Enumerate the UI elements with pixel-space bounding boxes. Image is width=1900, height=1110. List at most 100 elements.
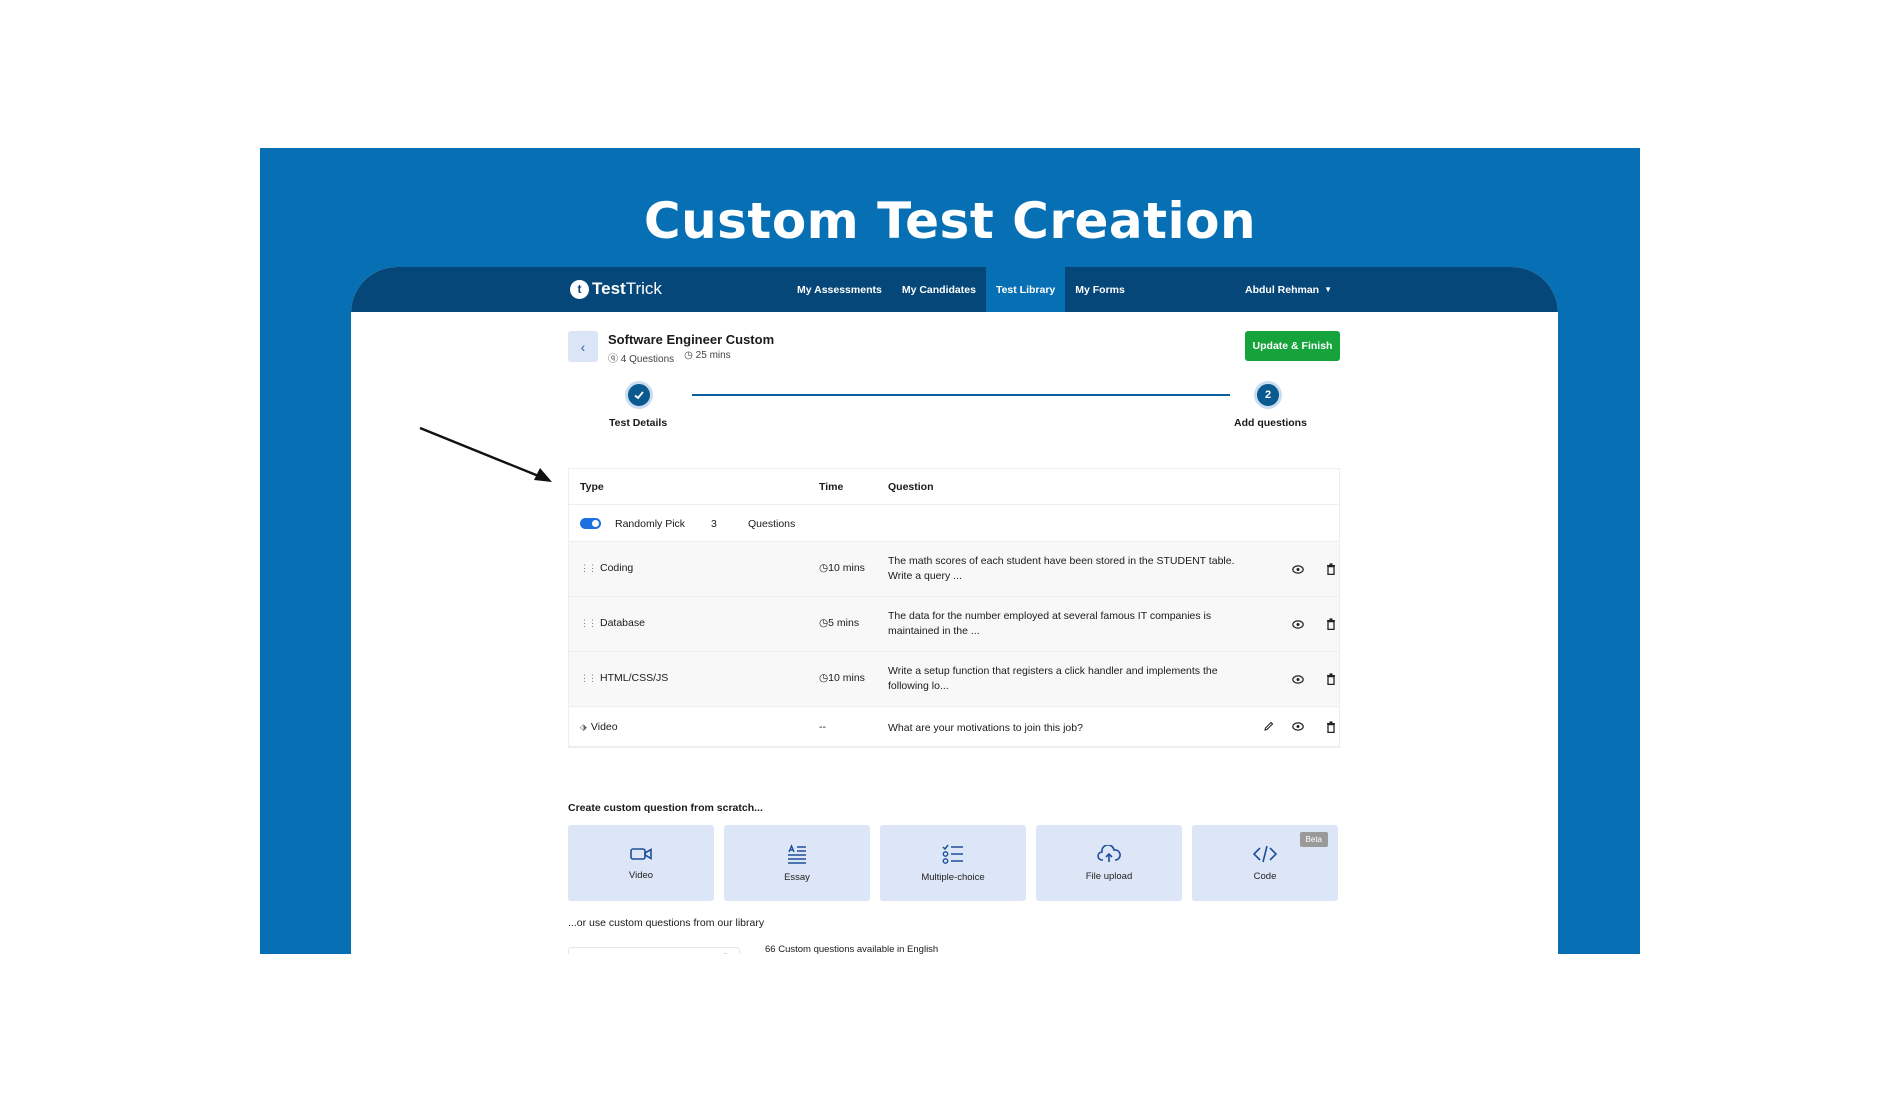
table-row[interactable]: ⋮⋮ HTML/CSS/JS ◷10 mins Write a setup fun…: [569, 652, 1339, 707]
library-count: 66 Custom questions available in English: [765, 944, 939, 954]
table-header: Type Time Question: [569, 469, 1339, 505]
eye-icon[interactable]: [1291, 720, 1305, 734]
top-navbar: t Test Trick My Assessments My Candidates…: [351, 267, 1558, 312]
app-window: t Test Trick My Assessments My Candidates…: [351, 267, 1558, 954]
row-time-label: 10 mins: [828, 672, 865, 684]
card-label: Code: [1253, 870, 1277, 882]
row-time: ◷10 mins: [819, 672, 865, 684]
user-menu[interactable]: Abdul Rehman ▼: [1245, 267, 1332, 312]
row-type: ⬗ Video: [580, 721, 618, 733]
table-row[interactable]: ⋮⋮ Coding ◷10 mins The math scores of eac…: [569, 542, 1339, 597]
row-type-label: HTML/CSS/JS: [600, 672, 669, 684]
random-pick-suffix: Questions: [748, 518, 796, 530]
library-label: ...or use custom questions from our libr…: [568, 917, 765, 929]
row-question: What are your motivations to join this j…: [888, 722, 1083, 734]
chevron-left-icon: ‹: [580, 338, 586, 355]
step-label-add-questions: Add questions: [1234, 417, 1307, 429]
drag-handle-icon[interactable]: ⋮⋮: [580, 563, 597, 574]
eye-icon[interactable]: [1291, 617, 1305, 631]
test-duration-text: 25 mins: [695, 350, 731, 361]
create-multiple-choice-card[interactable]: Multiple-choice: [880, 825, 1026, 901]
row-type-label: Video: [590, 721, 618, 733]
nav-my-forms[interactable]: My Forms: [1065, 267, 1135, 312]
question-circle-icon: ⓠ: [608, 354, 618, 365]
row-time: ◷10 mins: [819, 562, 865, 574]
row-type: ⋮⋮ Database: [580, 617, 645, 629]
drag-handle-icon[interactable]: ⋮⋮: [580, 673, 597, 684]
clock-icon: ◷: [819, 672, 829, 684]
logo-text-bold: Test: [592, 279, 626, 298]
cloud-upload-icon: [1097, 844, 1121, 862]
nav-my-assessments[interactable]: My Assessments: [787, 267, 892, 312]
trash-icon[interactable]: [1324, 720, 1338, 734]
tag-icon: ⬗: [580, 721, 587, 732]
questions-count: ⓠ 4 Questions: [608, 350, 674, 365]
row-question: The math scores of each student have bee…: [888, 555, 1235, 582]
row-time: ◷5 mins: [819, 617, 859, 629]
questions-count-text: 4 Questions: [620, 354, 675, 365]
create-essay-card[interactable]: Essay: [724, 825, 870, 901]
user-name: Abdul Rehman: [1245, 283, 1320, 296]
table-row[interactable]: ⬗ Video -- What are your motivations to j…: [569, 707, 1339, 747]
clock-icon: ◷: [819, 562, 829, 574]
check-icon: [634, 391, 644, 400]
trash-icon[interactable]: [1324, 562, 1338, 576]
random-pick-row: Randomly Pick 3 Questions: [569, 505, 1339, 542]
search-icon[interactable]: [721, 953, 732, 954]
trash-icon[interactable]: [1324, 672, 1338, 686]
nav-my-candidates[interactable]: My Candidates: [892, 267, 986, 312]
header-time: Time: [819, 481, 844, 493]
random-pick-toggle[interactable]: [580, 518, 601, 529]
table-row[interactable]: ⋮⋮ Database ◷5 mins The data for the numb…: [569, 597, 1339, 652]
test-title: Software Engineer Custom: [608, 332, 775, 347]
testtrick-logo[interactable]: t Test Trick: [570, 279, 662, 299]
row-type: ⋮⋮ HTML/CSS/JS: [580, 672, 668, 684]
logo-text-light: Trick: [625, 279, 662, 298]
random-pick-count[interactable]: 3: [711, 518, 717, 530]
card-label: Multiple-choice: [921, 871, 985, 883]
step-test-details[interactable]: [625, 381, 653, 409]
test-duration: ◷ 25 mins: [684, 350, 731, 365]
annotation-arrow-icon: [419, 426, 552, 482]
create-file-upload-card[interactable]: File upload: [1036, 825, 1182, 901]
nav-test-library[interactable]: Test Library: [985, 267, 1066, 312]
code-icon: [1253, 845, 1277, 862]
card-label: Video: [628, 869, 654, 881]
logo-mark-icon: t: [570, 279, 589, 299]
update-finish-button[interactable]: Update & Finish: [1245, 331, 1340, 361]
eye-icon[interactable]: [1291, 562, 1305, 576]
header-question: Question: [888, 481, 934, 493]
row-type: ⋮⋮ Coding: [580, 562, 633, 574]
row-question: The data for the number employed at seve…: [888, 610, 1212, 637]
create-video-card[interactable]: Video: [568, 825, 714, 901]
questions-table: Type Time Question Randomly Pick 3 Quest…: [568, 468, 1340, 748]
trash-icon[interactable]: [1324, 617, 1338, 631]
step-label-test-details: Test Details: [609, 417, 668, 429]
random-pick-label: Randomly Pick: [615, 518, 686, 530]
card-label: File upload: [1085, 870, 1133, 882]
card-label: Essay: [784, 871, 810, 883]
row-type-label: Database: [600, 617, 645, 629]
stepper-line: [692, 394, 1230, 396]
row-time-label: 10 mins: [828, 562, 865, 574]
step-add-questions[interactable]: 2: [1254, 381, 1282, 409]
question-type-cards: Video Essay Multiple-choice File upload …: [568, 825, 1340, 901]
video-camera-icon: [630, 847, 652, 860]
question-search-box: [568, 947, 740, 954]
row-time-label: 5 mins: [828, 617, 860, 629]
row-type-label: Coding: [600, 562, 634, 574]
drag-handle-icon[interactable]: ⋮⋮: [580, 618, 597, 629]
nav-links: My Assessments My Candidates Test Librar…: [787, 267, 1135, 312]
eye-icon[interactable]: [1291, 672, 1305, 686]
back-button[interactable]: ‹: [568, 331, 598, 362]
create-code-card[interactable]: Beta Code: [1192, 825, 1338, 901]
clock-icon: ◷: [684, 350, 693, 361]
search-input[interactable]: [569, 948, 709, 954]
caret-down-icon: ▼: [1324, 285, 1333, 294]
pencil-icon[interactable]: [1261, 720, 1275, 734]
essay-icon: [788, 843, 806, 864]
row-time: --: [819, 721, 826, 733]
test-meta: ⓠ 4 Questions ◷ 25 mins: [608, 350, 731, 365]
checklist-icon: [942, 844, 963, 864]
clock-icon: ◷: [819, 617, 829, 629]
